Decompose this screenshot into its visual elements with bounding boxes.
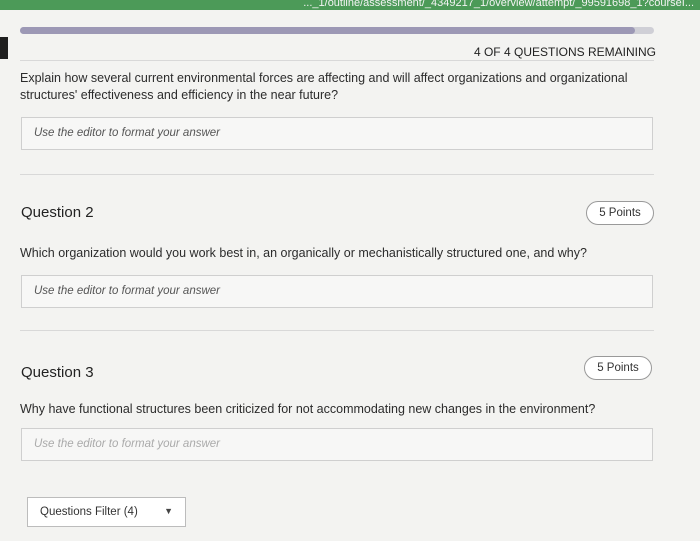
question-1-answer-placeholder: Use the editor to format your answer	[34, 127, 220, 139]
questions-remaining: 4 OF 4 QUESTIONS REMAINING	[473, 45, 656, 59]
question-2-answer-placeholder: Use the editor to format your answer	[34, 285, 220, 297]
url-text: ..._1/outline/assessment/_4349217_1/over…	[303, 0, 694, 9]
questions-filter-select[interactable]: Questions Filter (4) ▼	[27, 497, 186, 527]
question-marker	[0, 37, 8, 59]
divider	[20, 330, 654, 331]
question-1-text: Explain how several current environmenta…	[20, 71, 628, 102]
caret-down-icon: ▼	[164, 506, 173, 516]
question-3-points-badge: 5 Points	[584, 356, 652, 380]
divider	[20, 60, 654, 61]
question-1-answer-input[interactable]: Use the editor to format your answer	[21, 117, 653, 150]
question-2-text: Which organization would you work best i…	[20, 246, 587, 260]
question-3-answer-placeholder: Use the editor to format your answer	[34, 438, 220, 450]
progress-fill	[20, 27, 635, 34]
question-2-answer-input[interactable]: Use the editor to format your answer	[21, 275, 653, 308]
browser-url-bar[interactable]: ..._1/outline/assessment/_4349217_1/over…	[0, 0, 700, 10]
question-2-title: Question 2	[21, 204, 94, 221]
question-2-points-badge: 5 Points	[586, 201, 654, 225]
progress-bar	[20, 27, 654, 34]
question-3-text: Why have functional structures been crit…	[20, 402, 596, 416]
questions-filter-label: Questions Filter (4)	[40, 506, 138, 518]
divider	[20, 174, 654, 175]
question-3-title: Question 3	[21, 364, 94, 381]
question-3-answer-input[interactable]: Use the editor to format your answer	[21, 428, 653, 461]
